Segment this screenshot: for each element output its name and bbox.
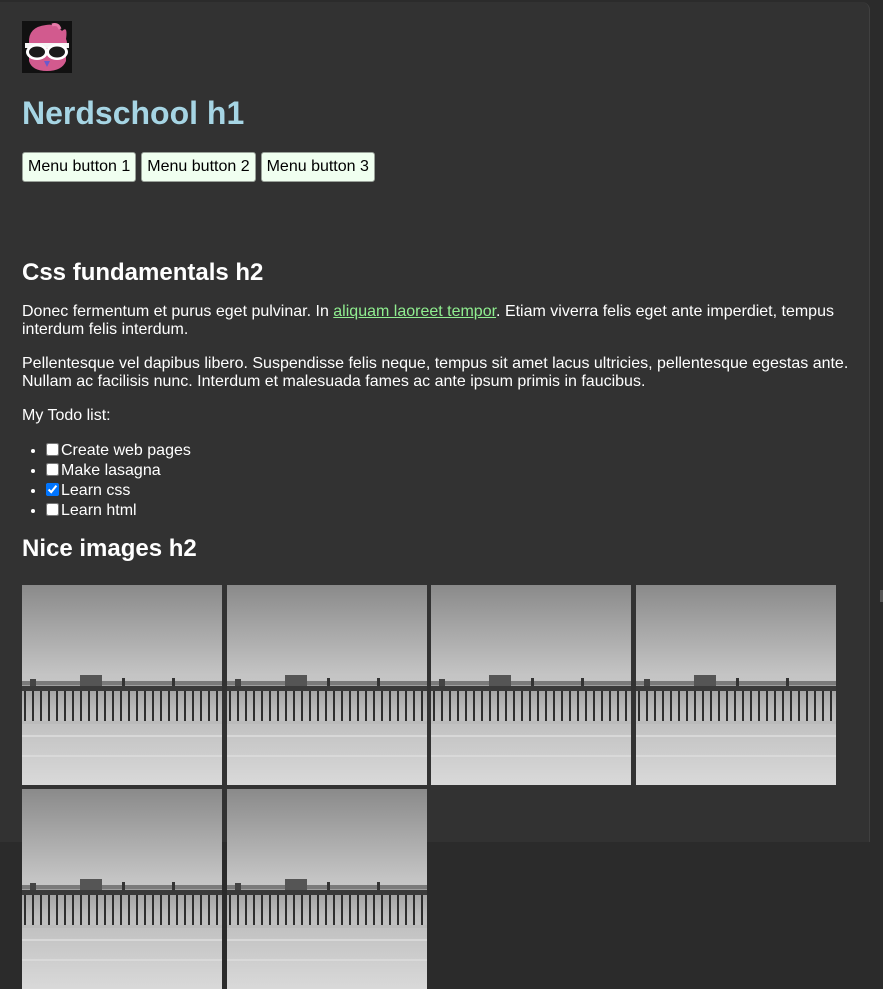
list-item: Make lasagna	[46, 461, 852, 481]
list-item: Create web pages	[46, 441, 852, 461]
pier-photo-6	[226, 789, 427, 989]
menu-button-3[interactable]: Menu button 3	[260, 152, 375, 182]
list-item: Learn css	[46, 481, 852, 501]
pier-photo-3	[431, 585, 631, 785]
inline-link[interactable]: aliquam laoreet tempor	[333, 303, 496, 320]
section-heading-images: Nice images h2	[22, 535, 197, 562]
page-content: Nerdschool h1 Menu button 1 Menu button …	[22, 21, 852, 989]
list-item: Learn html	[46, 501, 852, 521]
todo-label: Learn html	[61, 502, 137, 519]
paragraph-intro-text-before: Donec fermentum et purus eget pulvinar. …	[22, 303, 334, 320]
todo-checkbox-learn-css[interactable]	[46, 483, 59, 496]
pier-photo-1	[22, 585, 222, 785]
todo-label: Learn css	[61, 482, 131, 499]
section-heading-css: Css fundamentals h2	[22, 259, 264, 286]
image-gallery	[22, 585, 852, 989]
paragraph-second: Pellentesque vel dapibus libero. Suspend…	[22, 355, 849, 390]
pier-photo-5	[22, 789, 222, 989]
todo-label: Create web pages	[61, 442, 191, 459]
todo-checkbox-create-web-pages[interactable]	[46, 443, 59, 456]
todo-checkbox-make-lasagna[interactable]	[46, 463, 59, 476]
pier-photo-4	[635, 585, 836, 785]
todo-list: Create web pages Make lasagna Learn css …	[22, 441, 852, 521]
todo-label: Make lasagna	[61, 462, 161, 479]
pier-photo-2	[226, 585, 427, 785]
paragraph-intro: Donec fermentum et purus eget pulvinar. …	[22, 303, 852, 339]
page-title: Nerdschool h1	[22, 95, 245, 131]
nerdschool-owl-logo-icon	[22, 21, 72, 73]
menu-bar: Menu button 1 Menu button 2 Menu button …	[22, 152, 852, 182]
todo-checkbox-learn-html[interactable]	[46, 503, 59, 516]
menu-button-1[interactable]: Menu button 1	[22, 152, 137, 182]
todo-list-label: My Todo list:	[22, 407, 111, 424]
menu-button-2[interactable]: Menu button 2	[141, 152, 256, 182]
